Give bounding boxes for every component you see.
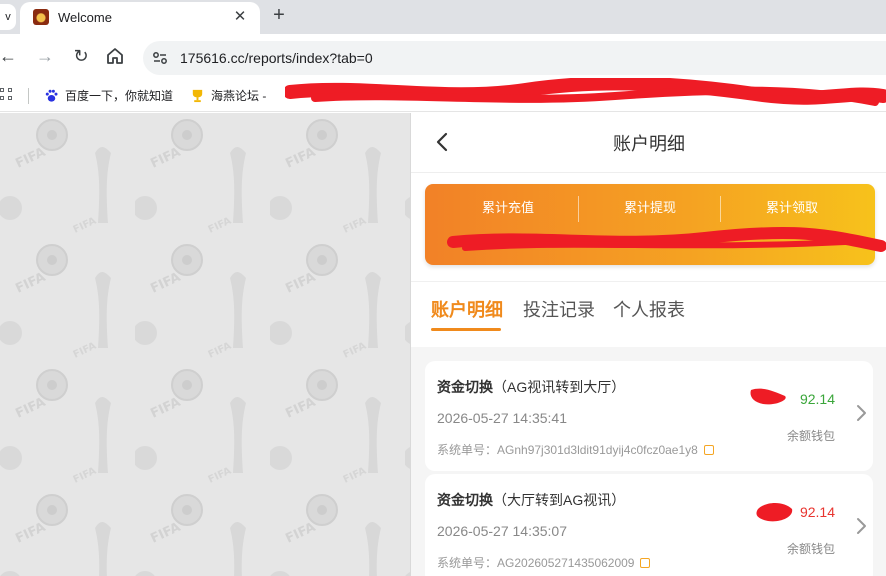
record-amount: 92.14	[799, 391, 835, 407]
page-title: 账户明细	[613, 134, 685, 154]
order-label: 系统单号：	[437, 443, 498, 457]
copy-icon[interactable]	[640, 558, 651, 568]
bookmark-baidu[interactable]: 百度一下，你就知道	[44, 87, 173, 104]
record-datetime: 2026-05-27 14:35:07	[437, 523, 567, 539]
fifa-watermark-pattern: FIFA FIFA	[0, 113, 410, 576]
record-datetime: 2026-05-27 14:35:41	[437, 410, 567, 426]
order-number: AGnh97j301d3ldit91dyij4c0fcz0ae1y8	[497, 443, 698, 457]
bookmarks-divider	[28, 88, 29, 104]
redaction-scribble	[447, 226, 886, 252]
tab-account-detail[interactable]: 账户明细	[431, 296, 503, 322]
tab-bet-records[interactable]: 投注记录	[523, 296, 595, 322]
record-order: 系统单号：AG202605271435062009	[437, 554, 651, 571]
site-info-icon[interactable]	[152, 50, 168, 66]
record-detail: （AG视讯转到大厅）	[493, 379, 626, 395]
home-icon[interactable]	[105, 46, 125, 66]
record-order: 系统单号：AGnh97j301d3ldit91dyij4c0fcz0ae1y8	[437, 441, 714, 458]
url-text[interactable]: 175616.cc/reports/index?tab=0	[180, 50, 373, 66]
redaction-scribble	[750, 388, 786, 405]
fifa-pattern-background: FIFA FIFA	[0, 113, 410, 576]
bookmark-haiyan[interactable]: 海燕论坛 -	[190, 87, 266, 104]
record-detail: （大厅转到AG视讯）	[493, 492, 626, 508]
reload-button[interactable]: ↻	[69, 44, 93, 68]
redaction-scribble	[756, 503, 793, 522]
tab-close-icon[interactable]: ✕	[230, 7, 250, 25]
new-tab-button[interactable]: +	[268, 4, 290, 27]
tab-personal-report[interactable]: 个人报表	[613, 296, 685, 322]
summary-label-withdraw: 累计提现	[623, 200, 676, 215]
record-amount: 92.14	[799, 504, 835, 520]
record-wallet: 余额钱包	[786, 429, 835, 443]
account-detail-page: 账户明细 累计充值 累计提现 累计领取 账户明细 投注记录 个人报表 资金切换（…	[410, 113, 886, 576]
copy-icon[interactable]	[703, 445, 714, 455]
record-tabs: 账户明细 投注记录 个人报表	[411, 281, 886, 347]
order-label: 系统单号：	[437, 556, 498, 570]
tab-search-button[interactable]: v	[0, 4, 16, 30]
forward-button[interactable]: →	[33, 44, 57, 68]
bookmark-label: 百度一下，你就知道	[65, 89, 174, 103]
chevron-right-icon[interactable]	[855, 516, 867, 536]
record-title: 资金切换（AG视讯转到大厅）	[437, 377, 625, 397]
trophy-icon	[192, 89, 203, 103]
summary-label-deposit: 累计充值	[481, 200, 534, 215]
apps-grid-icon[interactable]	[0, 88, 14, 102]
bookmark-label: 海燕论坛 -	[211, 89, 267, 103]
site-favicon-icon	[33, 9, 49, 25]
order-number: AG202605271435062009	[497, 556, 635, 570]
browser-tab-strip: v Welcome ✕ +	[0, 0, 886, 34]
baidu-paw-icon	[45, 89, 58, 102]
back-button[interactable]: ←	[0, 44, 20, 68]
redaction-scribble	[285, 78, 886, 106]
browser-toolbar: ← → ↻ 175616.cc/reports/index?tab=0	[0, 34, 886, 80]
address-bar[interactable]: 175616.cc/reports/index?tab=0	[143, 41, 886, 75]
list-item[interactable]: 资金切换（大厅转到AG视讯） 2026-05-27 14:35:07 系统单号：…	[425, 474, 873, 576]
page-header: 账户明细	[411, 113, 886, 173]
record-type: 资金切换	[437, 492, 493, 508]
active-tab-underline	[431, 328, 501, 331]
summary-label-received: 累计领取	[765, 200, 818, 215]
record-wallet: 余额钱包	[786, 542, 835, 556]
list-item[interactable]: 资金切换（AG视讯转到大厅） 2026-05-27 14:35:41 系统单号：…	[425, 361, 873, 471]
chevron-left-icon[interactable]	[433, 131, 451, 153]
record-title: 资金切换（大厅转到AG视讯）	[437, 490, 625, 510]
record-type: 资金切换	[437, 379, 493, 395]
tab-title: Welcome	[58, 10, 112, 25]
chevron-right-icon[interactable]	[855, 403, 867, 423]
browser-tab[interactable]: Welcome ✕	[20, 2, 260, 34]
